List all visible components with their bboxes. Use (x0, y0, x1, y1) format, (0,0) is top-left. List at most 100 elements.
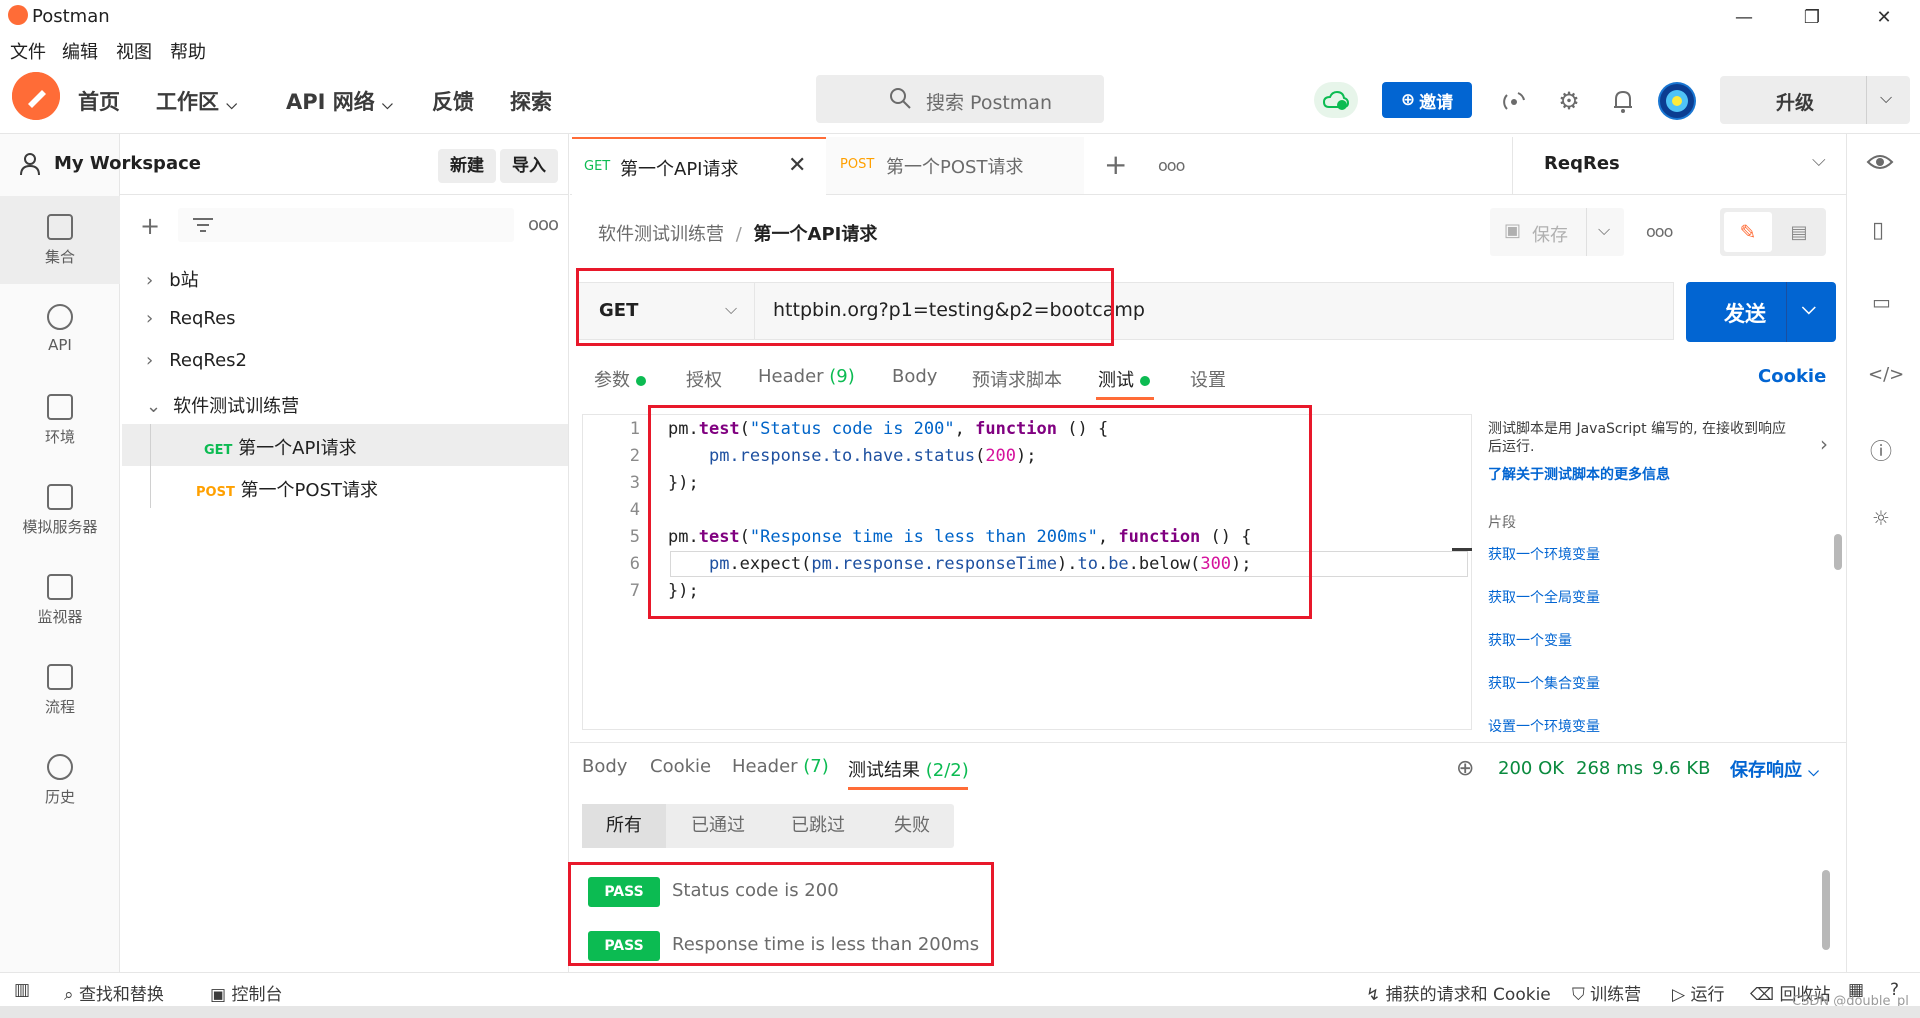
more-options-icon[interactable]: ooo (528, 214, 559, 235)
nav-feedback[interactable]: 反馈 (432, 86, 474, 116)
gear-icon[interactable]: ⚙ (1554, 86, 1584, 116)
minimize-button[interactable]: — (1722, 2, 1766, 32)
add-icon[interactable]: + (140, 212, 160, 240)
find-replace-button[interactable]: ⌕ 查找和替换 (64, 980, 164, 1005)
breadcrumb-current[interactable]: 第一个API请求 (754, 224, 878, 245)
tab-params[interactable]: 参数 (594, 366, 646, 392)
bell-icon[interactable] (1608, 86, 1638, 116)
rail-api[interactable]: API (0, 286, 120, 374)
rail-environments-label: 环境 (44, 428, 75, 446)
postman-logo-icon[interactable] (12, 72, 60, 120)
menu-file[interactable]: 文件 (10, 38, 46, 64)
rail-monitors[interactable]: 监视器 (0, 556, 120, 644)
snippets-title: 片段 (1488, 515, 1516, 531)
capture-button[interactable]: ↯ 捕获的请求和 Cookie (1366, 980, 1551, 1005)
divider (1586, 208, 1587, 256)
method-badge: POST (840, 157, 875, 172)
cookies-link[interactable]: Cookie (1758, 366, 1826, 387)
avatar[interactable] (1658, 82, 1696, 120)
comment-icon[interactable]: ▭ (1872, 290, 1891, 314)
filter-failed[interactable]: 失败 (870, 804, 954, 848)
save-button[interactable]: ▣ 保存 ⌵ (1490, 208, 1624, 256)
new-button[interactable]: 新建 (438, 149, 496, 183)
response-size: 9.6 KB (1652, 758, 1711, 779)
info-icon[interactable]: ⓘ (1870, 434, 1892, 466)
collection-item[interactable]: › ReqRes (146, 308, 236, 329)
snippet-link[interactable]: 获取一个变量 (1488, 630, 1572, 650)
filter-input[interactable] (178, 208, 514, 242)
nav-explore[interactable]: 探索 (510, 86, 552, 116)
menu-help[interactable]: 帮助 (170, 38, 206, 64)
satellite-icon[interactable] (1500, 86, 1530, 116)
tab-prerequest[interactable]: 预请求脚本 (972, 366, 1062, 392)
response-tab-header-label: Header (732, 756, 798, 777)
rail-environments[interactable]: 环境 (0, 376, 120, 464)
maximize-button[interactable]: ❐ (1790, 2, 1834, 32)
invite-button[interactable]: ⊕ 邀请 (1382, 82, 1472, 118)
nav-home[interactable]: 首页 (78, 86, 120, 116)
collection-item[interactable]: › b站 (146, 266, 199, 292)
nav-api-network[interactable]: API 网络 ⌵ (286, 86, 393, 116)
tab-body[interactable]: Body (892, 366, 937, 387)
rail-flows[interactable]: 流程 (0, 646, 120, 734)
line-number: 1 (629, 419, 640, 439)
new-tab-icon[interactable]: + (1104, 148, 1127, 181)
collection-item[interactable]: ⌄ 软件测试训练营 (146, 392, 299, 418)
upgrade-button[interactable]: 升级 ⌵ (1720, 76, 1910, 124)
toggle-sidebar-icon[interactable]: ▥ (14, 980, 30, 1000)
tab-tests[interactable]: 测试 (1098, 366, 1150, 392)
more-tabs-icon[interactable]: ooo (1158, 156, 1185, 175)
more-options-icon[interactable]: ooo (1646, 222, 1673, 241)
rail-history[interactable]: 历史 (0, 736, 120, 824)
environment-select[interactable]: ReqRes (1544, 153, 1620, 174)
comment-icon[interactable]: ▤ (1776, 212, 1822, 252)
sync-status-icon[interactable] (1314, 82, 1358, 118)
response-tab-cookie[interactable]: Cookie (650, 756, 711, 777)
tab-request[interactable]: GET 第一个API请求 ✕ (572, 137, 826, 195)
runner-button[interactable]: ▷ 运行 (1672, 980, 1724, 1005)
close-window-button[interactable]: ✕ (1862, 2, 1906, 32)
save-response-button[interactable]: 保存响应 ⌵ (1730, 756, 1819, 782)
close-icon[interactable]: ✕ (788, 153, 806, 178)
import-button[interactable]: 导入 (500, 149, 558, 183)
snippet-link[interactable]: 设置一个环境变量 (1488, 716, 1600, 736)
filter-all[interactable]: 所有 (582, 804, 666, 848)
snippet-link[interactable]: 获取一个全局变量 (1488, 587, 1600, 607)
response-tab-body[interactable]: Body (582, 756, 627, 777)
menu-edit[interactable]: 编辑 (62, 38, 98, 64)
document-icon[interactable]: ▯ (1872, 218, 1884, 243)
filter-passed[interactable]: 已通过 (672, 804, 764, 848)
snippet-link[interactable]: 获取一个集合变量 (1488, 673, 1600, 693)
scrollbar[interactable] (1822, 870, 1830, 950)
tab-settings[interactable]: 设置 (1190, 366, 1226, 392)
filter-skipped[interactable]: 已跳过 (770, 804, 866, 848)
tab-headers[interactable]: Header (9) (758, 366, 855, 387)
request-item[interactable]: GET 第一个API请求 (204, 434, 357, 460)
workspace-name[interactable]: My Workspace (54, 153, 201, 174)
request-item[interactable]: POST 第一个POST请求 (196, 476, 378, 502)
globe-icon[interactable]: ⊕ (1456, 756, 1474, 781)
collections-icon (47, 214, 73, 240)
lightbulb-icon[interactable]: ☼ (1872, 506, 1890, 530)
response-tab-results[interactable]: 测试结果 (2/2) (848, 756, 969, 782)
learn-more-link[interactable]: 了解关于测试脚本的更多信息 (1488, 464, 1670, 484)
tab-auth[interactable]: 授权 (686, 366, 722, 392)
tab-request[interactable]: POST 第一个POST请求 (826, 137, 1084, 195)
send-button[interactable]: 发送 ⌵ (1686, 282, 1836, 342)
rail-collections[interactable]: 集合 (0, 196, 120, 284)
snippet-link[interactable]: 获取一个环境变量 (1488, 544, 1600, 564)
response-tab-header[interactable]: Header (7) (732, 756, 829, 777)
edit-icon[interactable]: ✎ (1724, 212, 1772, 252)
collection-item[interactable]: › ReqRes2 (146, 350, 247, 371)
chevron-right-icon[interactable]: › (1820, 432, 1828, 456)
collection-label: 软件测试训练营 (173, 396, 300, 417)
menu-view[interactable]: 视图 (116, 38, 152, 64)
scrollbar[interactable] (1834, 534, 1842, 570)
chevron-down-icon[interactable]: ⌵ (1812, 150, 1826, 171)
nav-workspaces[interactable]: 工作区 ⌵ (156, 86, 237, 116)
rail-mock-servers[interactable]: 模拟服务器 (0, 466, 120, 554)
code-icon[interactable]: </> (1868, 364, 1904, 385)
bootcamp-button[interactable]: ⛉ 训练营 (1572, 980, 1641, 1005)
console-button[interactable]: ▣ 控制台 (210, 980, 282, 1005)
breadcrumb-parent[interactable]: 软件测试训练营 (598, 224, 724, 245)
